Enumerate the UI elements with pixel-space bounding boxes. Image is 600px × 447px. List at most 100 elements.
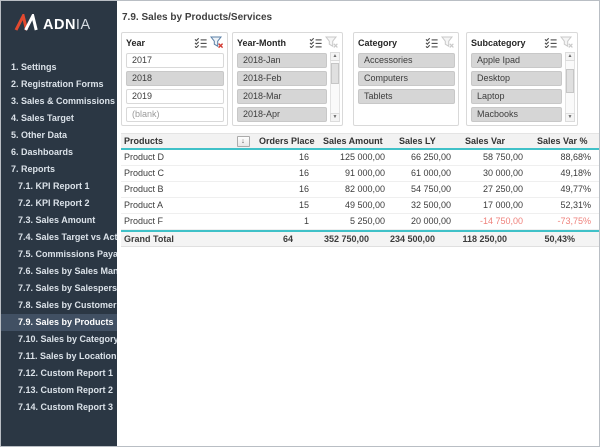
sidebar-item-7-14-custom-report-3[interactable]: 7.14. Custom Report 3	[1, 399, 117, 416]
sidebar-item-7-reports[interactable]: 7. Reports	[1, 161, 117, 178]
clear-filter-icon[interactable]	[325, 36, 339, 49]
slicer-subcategory: Subcategory Apple Ipad Desktop Laptop Macboo…	[466, 32, 578, 126]
sidebar-item-7-1-kpi-report-1[interactable]: 7.1. KPI Report 1	[1, 178, 117, 195]
column-header-sales-ly: Sales LY	[391, 134, 457, 149]
sidebar-item-3-sales-commissions[interactable]: 3. Sales & Commissions	[1, 93, 117, 110]
sidebar-item-2-registration-forms[interactable]: 2. Registration Forms	[1, 76, 117, 93]
cell-value: 5 250,00	[315, 214, 391, 229]
scroll-thumb[interactable]	[331, 63, 339, 85]
sidebar-item-7-4-sales-target-vs-actual[interactable]: 7.4. Sales Target vs Actual	[1, 229, 117, 246]
sidebar-item-7-12-custom-report-1[interactable]: 7.12. Custom Report 1	[1, 365, 117, 382]
slicer-title-subcategory: Subcategory	[471, 38, 541, 48]
multiselect-icon[interactable]	[309, 37, 322, 48]
pivot-sort-button[interactable]: ↓	[237, 136, 250, 147]
table-row: Product C1691 000,0061 000,0030 000,0049…	[121, 166, 599, 182]
cell-value: 66 250,00	[391, 150, 457, 165]
column-header-orders-placed: Orders Placed	[251, 134, 315, 149]
slicer-title-category: Category	[358, 38, 422, 48]
scroll-up-button[interactable]: ▲	[330, 52, 340, 61]
slicer-header-subcategory: Subcategory	[471, 36, 574, 49]
slicer-item-accessories[interactable]: Accessories	[358, 53, 455, 68]
sidebar-item-7-7-sales-by-salesperson[interactable]: 7.7. Sales by Salesperson	[1, 280, 117, 297]
scroll-down-button[interactable]: ▼	[330, 113, 340, 122]
cell-value: -14 750,00	[457, 214, 529, 229]
scroll-track[interactable]	[565, 61, 575, 113]
cell-value: 32 500,00	[391, 198, 457, 213]
slicer-item-apple-ipad[interactable]: Apple Ipad	[471, 53, 562, 68]
slicer-title-year-month: Year-Month	[237, 38, 306, 48]
cell-value: 16	[251, 150, 315, 165]
cell-value: 50,43%	[513, 232, 581, 247]
slicer-scrollbar[interactable]: ▲▼	[330, 52, 340, 122]
slicer-year-month: Year-Month 2018-Jan 2018-Feb 2018-Mar 2018-A…	[232, 32, 343, 126]
cell-value: 49,77%	[529, 182, 597, 197]
cell-value: 352 750,00	[299, 232, 375, 247]
slicer-item-2017[interactable]: 2017	[126, 53, 224, 68]
sidebar-item-7-8-sales-by-customers[interactable]: 7.8. Sales by Customers	[1, 297, 117, 314]
slicer-item-2018-mar[interactable]: 2018-Mar	[237, 89, 327, 104]
sidebar-item-6-dashboards[interactable]: 6. Dashboards	[1, 144, 117, 161]
slicer-item-tablets[interactable]: Tablets	[358, 89, 455, 104]
slicer-item-macbooks[interactable]: Macbooks	[471, 107, 562, 122]
clear-filter-icon[interactable]	[560, 36, 574, 49]
slicer-item-2018-feb[interactable]: 2018-Feb	[237, 71, 327, 86]
brand-light: IA	[76, 17, 91, 33]
sort-button-cell: ↓	[235, 134, 251, 148]
row-label: Product B	[121, 182, 251, 197]
cell-value: 49,18%	[529, 166, 597, 181]
cell-value: 15	[251, 198, 315, 213]
cell-value: 118 250,00	[441, 232, 513, 247]
cell-value: 82 000,00	[315, 182, 391, 197]
slicer-items-subcategory: Apple Ipad Desktop Laptop Macbooks	[471, 53, 562, 122]
cell-value: 49 500,00	[315, 198, 391, 213]
slicer-item-2018-apr[interactable]: 2018-Apr	[237, 107, 327, 122]
slicer-year: Year 2017 2018 2019 (blank)	[121, 32, 228, 126]
slicer-item--blank-[interactable]: (blank)	[126, 107, 224, 122]
sidebar-item-7-11-sales-by-location[interactable]: 7.11. Sales by Location	[1, 348, 117, 365]
clear-filter-icon[interactable]	[210, 36, 224, 49]
clear-filter-icon[interactable]	[441, 36, 455, 49]
slicer-header-year: Year	[126, 36, 224, 49]
brand-bold: ADN	[43, 17, 76, 33]
multiselect-icon[interactable]	[194, 37, 207, 48]
column-header-products: Products	[121, 134, 235, 149]
sidebar-item-5-other-data[interactable]: 5. Other Data	[1, 127, 117, 144]
column-header-sales-amount: Sales Amount	[315, 134, 391, 149]
slicer-item-2019[interactable]: 2019	[126, 89, 224, 104]
slicer-items-year-month: 2018-Jan 2018-Feb 2018-Mar 2018-Apr	[237, 53, 327, 122]
scroll-up-button[interactable]: ▲	[565, 52, 575, 61]
slicer-item-computers[interactable]: Computers	[358, 71, 455, 86]
sidebar-item-7-10-sales-by-category[interactable]: 7.10. Sales by Category	[1, 331, 117, 348]
sidebar-item-7-3-sales-amount[interactable]: 7.3. Sales Amount	[1, 212, 117, 229]
cell-value: 1	[251, 214, 315, 229]
page-title: 7.9. Sales by Products/Services	[121, 1, 599, 23]
multiselect-icon[interactable]	[425, 37, 438, 48]
cell-value: 16	[251, 166, 315, 181]
table-row: Product F15 250,0020 000,00-14 750,00-73…	[121, 214, 599, 230]
sidebar-item-7-2-kpi-report-2[interactable]: 7.2. KPI Report 2	[1, 195, 117, 212]
slicer-item-laptop[interactable]: Laptop	[471, 89, 562, 104]
scroll-down-button[interactable]: ▼	[565, 113, 575, 122]
slicer-item-2018[interactable]: 2018	[126, 71, 224, 86]
slicer-item-2018-jan[interactable]: 2018-Jan	[237, 53, 327, 68]
sidebar-item-7-13-custom-report-2[interactable]: 7.13. Custom Report 2	[1, 382, 117, 399]
column-header-sales-var: Sales Var	[457, 134, 529, 149]
scroll-thumb[interactable]	[566, 69, 574, 93]
scroll-track[interactable]	[330, 61, 340, 113]
table-row: Product A1549 500,0032 500,0017 000,0052…	[121, 198, 599, 214]
multiselect-icon[interactable]	[544, 37, 557, 48]
row-label: Product D	[121, 150, 251, 165]
row-label: Grand Total	[121, 232, 235, 247]
sidebar-item-1-settings[interactable]: 1. Settings	[1, 59, 117, 76]
slicer-scrollbar[interactable]: ▲▼	[565, 52, 575, 122]
row-label: Product F	[121, 214, 251, 229]
slicer-header-year-month: Year-Month	[237, 36, 339, 49]
sidebar-item-7-6-sales-by-sales-manager[interactable]: 7.6. Sales by Sales Manager	[1, 263, 117, 280]
cell-value: 52,31%	[529, 198, 597, 213]
app-window: ADNIA 1. Settings2. Registration Forms3.…	[0, 0, 600, 447]
row-label: Product A	[121, 198, 251, 213]
slicer-item-desktop[interactable]: Desktop	[471, 71, 562, 86]
sidebar-item-7-9-sales-by-products[interactable]: 7.9. Sales by Products	[1, 314, 117, 331]
sidebar-item-7-5-commissions-payable[interactable]: 7.5. Commissions Payable	[1, 246, 117, 263]
sidebar-item-4-sales-target[interactable]: 4. Sales Target	[1, 110, 117, 127]
